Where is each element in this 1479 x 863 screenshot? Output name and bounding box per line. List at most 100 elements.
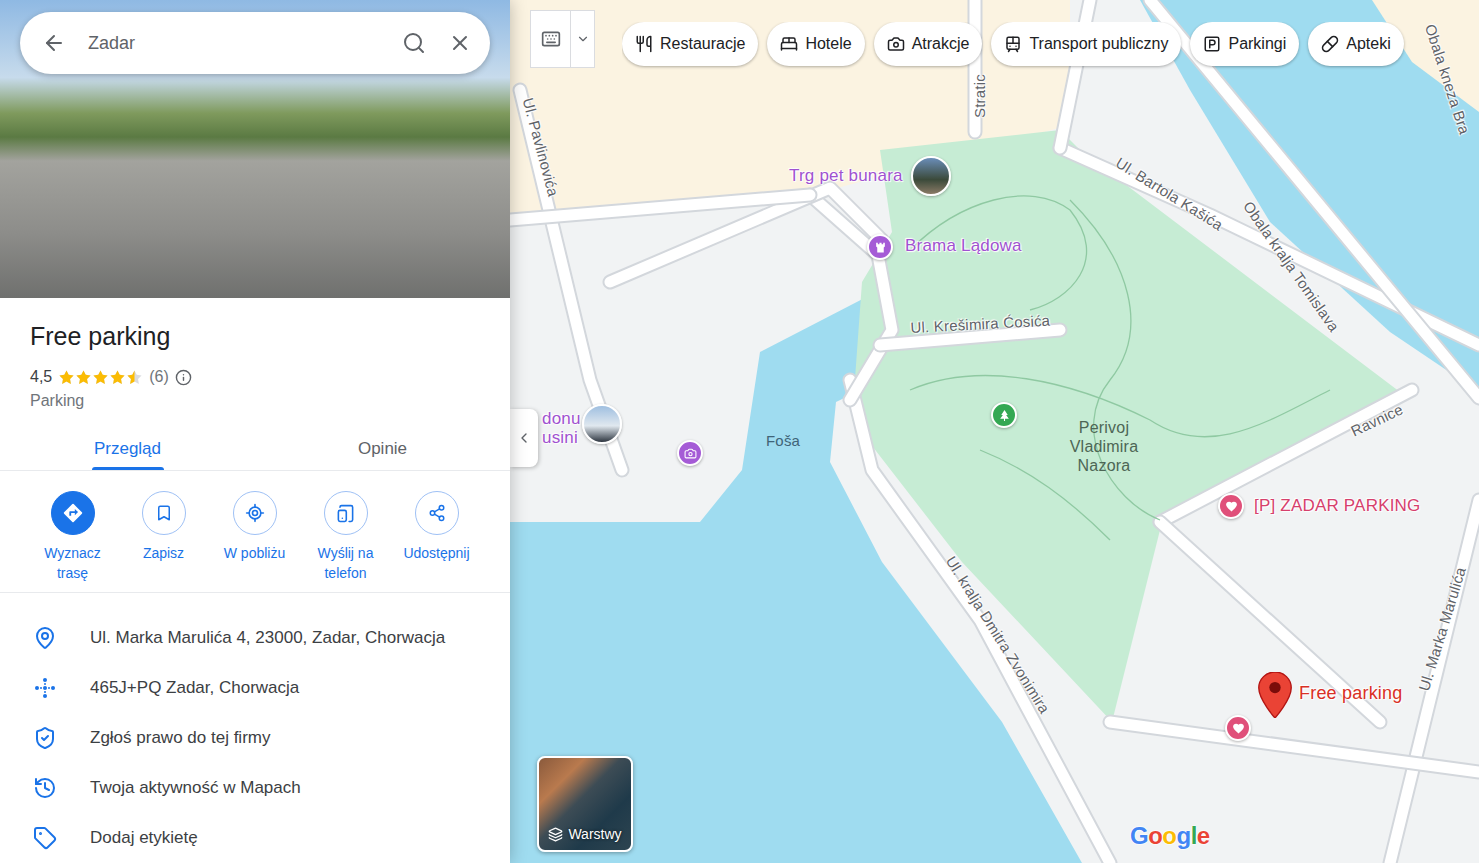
input-tools-button[interactable]: [530, 10, 595, 68]
map-label[interactable]: Trg pet bunara: [789, 166, 903, 186]
selected-place-marker-icon[interactable]: [1258, 672, 1292, 718]
arrow-left-icon: [42, 31, 66, 55]
heart-icon: [1225, 500, 1238, 513]
pharmacy-icon: [1321, 35, 1339, 53]
map-canvas[interactable]: [510, 0, 1479, 863]
bookmark-icon: [155, 504, 173, 522]
clear-button[interactable]: [448, 31, 472, 55]
google-logo: Google: [1130, 822, 1210, 850]
map-label[interactable]: Free parking: [1299, 683, 1402, 704]
back-button[interactable]: [42, 31, 66, 55]
category-chip[interactable]: Transport publiczny: [991, 22, 1181, 66]
saved-place-pin[interactable]: [1218, 493, 1244, 519]
layers-label: Warstwy: [568, 826, 621, 842]
category-chip[interactable]: Parkingi: [1190, 22, 1299, 66]
action-circle[interactable]: [324, 491, 368, 535]
rating-info-button[interactable]: [175, 369, 192, 386]
place-photo[interactable]: Zadar: [0, 0, 510, 298]
map-label[interactable]: Brama Lądowa: [905, 236, 1022, 256]
star-icon: [126, 369, 143, 386]
keyboard-button[interactable]: [531, 11, 570, 67]
road: [810, 195, 892, 400]
action-button[interactable]: Zapisz: [118, 491, 209, 583]
map-label: Foša: [766, 432, 800, 449]
map[interactable]: StraticUl. PavlinovićaTrg pet bunaraBram…: [510, 0, 1479, 863]
layers-button[interactable]: Warstwy: [537, 756, 633, 852]
location-pin-icon: [33, 626, 57, 650]
transit-icon: [1004, 35, 1022, 53]
layers-icon: [548, 827, 563, 842]
action-label: Wyznacz trasę: [30, 543, 116, 583]
star-icon: [75, 369, 92, 386]
park-pin[interactable]: [991, 402, 1017, 428]
place-panel: ZadarFree parking4,5(6)ParkingPrzeglądOp…: [0, 0, 510, 863]
search-box[interactable]: Zadar: [20, 12, 490, 74]
info-row-icon: [33, 626, 57, 650]
road: [1110, 722, 1479, 772]
tree-icon: [998, 409, 1011, 422]
action-button[interactable]: Udostępnij: [391, 491, 482, 583]
park-area: [852, 130, 1400, 722]
category-chip[interactable]: Atrakcje: [874, 22, 983, 66]
action-label: Zapisz: [121, 543, 207, 563]
info-text: Ul. Marka Marulića 4, 23000, Zadar, Chor…: [90, 628, 445, 648]
map-label[interactable]: donu: [542, 409, 581, 429]
map-label: Stratic: [971, 74, 988, 118]
rating-row: 4,5 (6): [30, 365, 480, 389]
action-circle[interactable]: [51, 491, 95, 535]
info-text: 465J+PQ Zadar, Chorwacja: [90, 678, 299, 698]
action-circle[interactable]: [142, 491, 186, 535]
label-icon: [33, 826, 57, 850]
category-chips: RestauracjeHoteleAtrakcjeTransport publi…: [622, 22, 1479, 70]
info-row[interactable]: Twoja aktywność w Mapach: [0, 763, 510, 813]
search-icon: [402, 31, 426, 55]
attraction-pin[interactable]: [677, 440, 703, 466]
nearby-icon: [245, 503, 265, 523]
camera-icon: [887, 35, 905, 53]
action-circle[interactable]: [415, 491, 459, 535]
info-row-icon: [33, 676, 57, 700]
info-row[interactable]: Ul. Marka Marulića 4, 23000, Zadar, Chor…: [0, 613, 510, 663]
tab[interactable]: Przegląd: [0, 428, 255, 470]
map-label[interactable]: usini: [542, 428, 578, 448]
search-button[interactable]: [402, 31, 426, 55]
search-input[interactable]: Zadar: [88, 33, 380, 54]
map-label[interactable]: Perivoj Vladimira Nazora: [1054, 418, 1154, 475]
saved-place-pin[interactable]: [1225, 715, 1251, 741]
action-button[interactable]: Wyślij na telefon: [300, 491, 391, 583]
poi-photo-pin[interactable]: [911, 156, 951, 196]
action-label: W pobliżu: [212, 543, 298, 563]
parking-icon: [1203, 35, 1221, 53]
landmark-pin[interactable]: [867, 234, 893, 260]
map-label[interactable]: [P] ZADAR PARKING: [1254, 496, 1421, 516]
tab[interactable]: Opinie: [255, 428, 510, 470]
info-row[interactable]: 465J+PQ Zadar, Chorwacja: [0, 663, 510, 713]
star-rating: [58, 369, 143, 386]
collapse-panel-button[interactable]: [510, 409, 538, 467]
poi-photo-pin[interactable]: [582, 404, 622, 444]
bed-icon: [780, 35, 798, 53]
close-icon: [448, 31, 472, 55]
utensils-icon: [635, 35, 653, 53]
info-list: Ul. Marka Marulića 4, 23000, Zadar, Chor…: [0, 593, 510, 863]
category-chip[interactable]: Apteki: [1308, 22, 1403, 66]
input-tools-dropdown[interactable]: [570, 11, 594, 67]
action-circle[interactable]: [233, 491, 277, 535]
action-button[interactable]: W pobliżu: [209, 491, 300, 583]
keyboard-icon: [541, 29, 561, 49]
rating-value: 4,5: [30, 368, 52, 386]
category-chip[interactable]: Hotele: [767, 22, 864, 66]
info-text: Dodaj etykietę: [90, 828, 198, 848]
category-chip[interactable]: Restauracje: [622, 22, 758, 66]
place-category[interactable]: Parking: [30, 389, 480, 413]
action-label: Wyślij na telefon: [303, 543, 389, 583]
google-maps-page: Zadar Free parking 4,5 (6) Parking PrzeglądOp…: [0, 0, 1479, 863]
road: [1150, 0, 1479, 398]
info-row[interactable]: Dodaj etykietę: [0, 813, 510, 863]
info-row[interactable]: Zgłoś prawo do tej firmy: [0, 713, 510, 763]
review-count[interactable]: (6): [149, 368, 169, 386]
action-button[interactable]: Wyznacz trasę: [27, 491, 118, 583]
info-row-icon: [33, 826, 57, 850]
star-icon: [109, 369, 126, 386]
shield-check-icon: [33, 726, 57, 750]
